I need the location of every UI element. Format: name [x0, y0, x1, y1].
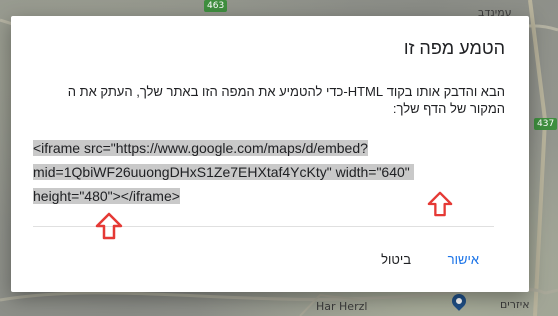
route-badge: 437 [534, 118, 558, 130]
embed-code-text[interactable]: <iframe src="https://www.google.com/maps… [33, 140, 414, 204]
dialog-actions: אישור ביטול [11, 244, 529, 274]
route-badge: 463 [204, 0, 228, 12]
dialog-title: הטמע מפה זו [403, 38, 505, 58]
cancel-button[interactable]: ביטול [375, 248, 417, 271]
red-up-arrow-icon [95, 212, 123, 240]
dialog-description: הבא והדבק אותו בקוד HTML-כדי להטמיע את ה… [67, 84, 505, 116]
map-label: Har Herzl [316, 300, 368, 313]
ok-button[interactable]: אישור [442, 248, 485, 271]
red-up-arrow-icon [427, 191, 453, 217]
embed-map-dialog: הטמע מפה זו הבא והדבק אותו בקוד HTML-כדי… [11, 16, 529, 292]
map-label: איזרים [500, 298, 530, 311]
